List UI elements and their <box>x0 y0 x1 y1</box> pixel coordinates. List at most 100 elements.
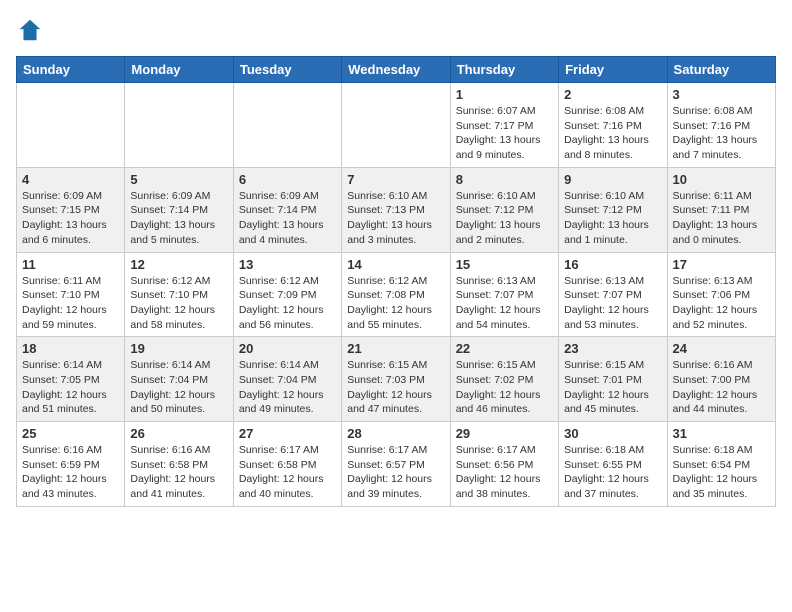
day-info: Sunrise: 6:15 AM Sunset: 7:01 PM Dayligh… <box>564 358 661 417</box>
calendar-cell: 30 Sunrise: 6:18 AM Sunset: 6:55 PM Dayli… <box>559 422 667 507</box>
day-info: Sunrise: 6:10 AM Sunset: 7:12 PM Dayligh… <box>456 189 553 248</box>
day-number: 12 <box>130 257 227 272</box>
day-number: 10 <box>673 172 770 187</box>
day-info: Sunrise: 6:13 AM Sunset: 7:07 PM Dayligh… <box>564 274 661 333</box>
calendar-cell: 11 Sunrise: 6:11 AM Sunset: 7:10 PM Dayli… <box>17 252 125 337</box>
day-number: 26 <box>130 426 227 441</box>
day-info: Sunrise: 6:16 AM Sunset: 6:59 PM Dayligh… <box>22 443 119 502</box>
day-number: 22 <box>456 341 553 356</box>
day-number: 14 <box>347 257 444 272</box>
calendar-cell: 23 Sunrise: 6:15 AM Sunset: 7:01 PM Dayli… <box>559 337 667 422</box>
calendar-cell: 10 Sunrise: 6:11 AM Sunset: 7:11 PM Dayli… <box>667 167 775 252</box>
day-info: Sunrise: 6:10 AM Sunset: 7:13 PM Dayligh… <box>347 189 444 248</box>
calendar-week-row: 25Sunrise: 6:16 AM Sunset: 6:59 PM Dayli… <box>17 422 776 507</box>
calendar-table: SundayMondayTuesdayWednesdayThursdayFrid… <box>16 56 776 507</box>
calendar-week-row: 18Sunrise: 6:14 AM Sunset: 7:05 PM Dayli… <box>17 337 776 422</box>
calendar-cell: 24 Sunrise: 6:16 AM Sunset: 7:00 PM Dayli… <box>667 337 775 422</box>
day-info: Sunrise: 6:18 AM Sunset: 6:54 PM Dayligh… <box>673 443 770 502</box>
calendar-header-thursday: Thursday <box>450 57 558 83</box>
day-number: 27 <box>239 426 336 441</box>
day-number: 16 <box>564 257 661 272</box>
day-info: Sunrise: 6:17 AM Sunset: 6:57 PM Dayligh… <box>347 443 444 502</box>
calendar-cell: 28 Sunrise: 6:17 AM Sunset: 6:57 PM Dayli… <box>342 422 450 507</box>
day-info: Sunrise: 6:18 AM Sunset: 6:55 PM Dayligh… <box>564 443 661 502</box>
day-info: Sunrise: 6:17 AM Sunset: 6:56 PM Dayligh… <box>456 443 553 502</box>
calendar-cell: 8 Sunrise: 6:10 AM Sunset: 7:12 PM Daylig… <box>450 167 558 252</box>
day-info: Sunrise: 6:14 AM Sunset: 7:04 PM Dayligh… <box>239 358 336 417</box>
day-info: Sunrise: 6:17 AM Sunset: 6:58 PM Dayligh… <box>239 443 336 502</box>
day-number: 21 <box>347 341 444 356</box>
day-number: 20 <box>239 341 336 356</box>
day-info: Sunrise: 6:09 AM Sunset: 7:15 PM Dayligh… <box>22 189 119 248</box>
logo <box>16 16 48 44</box>
calendar-cell: 1 Sunrise: 6:07 AM Sunset: 7:17 PM Daylig… <box>450 83 558 168</box>
day-info: Sunrise: 6:15 AM Sunset: 7:02 PM Dayligh… <box>456 358 553 417</box>
day-info: Sunrise: 6:16 AM Sunset: 7:00 PM Dayligh… <box>673 358 770 417</box>
day-number: 8 <box>456 172 553 187</box>
day-number: 29 <box>456 426 553 441</box>
calendar-cell: 13 Sunrise: 6:12 AM Sunset: 7:09 PM Dayli… <box>233 252 341 337</box>
calendar-cell: 4 Sunrise: 6:09 AM Sunset: 7:15 PM Daylig… <box>17 167 125 252</box>
day-number: 17 <box>673 257 770 272</box>
calendar-header-tuesday: Tuesday <box>233 57 341 83</box>
calendar-cell: 19Sunrise: 6:14 AM Sunset: 7:04 PM Dayli… <box>125 337 233 422</box>
day-number: 28 <box>347 426 444 441</box>
day-info: Sunrise: 6:11 AM Sunset: 7:10 PM Dayligh… <box>22 274 119 333</box>
day-info: Sunrise: 6:11 AM Sunset: 7:11 PM Dayligh… <box>673 189 770 248</box>
day-number: 3 <box>673 87 770 102</box>
day-info: Sunrise: 6:16 AM Sunset: 6:58 PM Dayligh… <box>130 443 227 502</box>
calendar-cell: 17 Sunrise: 6:13 AM Sunset: 7:06 PM Dayli… <box>667 252 775 337</box>
calendar-cell <box>233 83 341 168</box>
calendar-cell: 25Sunrise: 6:16 AM Sunset: 6:59 PM Dayli… <box>17 422 125 507</box>
day-number: 9 <box>564 172 661 187</box>
day-info: Sunrise: 6:13 AM Sunset: 7:06 PM Dayligh… <box>673 274 770 333</box>
calendar-cell: 18Sunrise: 6:14 AM Sunset: 7:05 PM Dayli… <box>17 337 125 422</box>
calendar-header-sunday: Sunday <box>17 57 125 83</box>
calendar-cell: 6Sunrise: 6:09 AM Sunset: 7:14 PM Daylig… <box>233 167 341 252</box>
calendar-cell: 9 Sunrise: 6:10 AM Sunset: 7:12 PM Daylig… <box>559 167 667 252</box>
calendar-cell: 15Sunrise: 6:13 AM Sunset: 7:07 PM Dayli… <box>450 252 558 337</box>
day-number: 1 <box>456 87 553 102</box>
calendar-week-row: 1 Sunrise: 6:07 AM Sunset: 7:17 PM Daylig… <box>17 83 776 168</box>
calendar-cell: 26 Sunrise: 6:16 AM Sunset: 6:58 PM Dayli… <box>125 422 233 507</box>
calendar-cell: 20 Sunrise: 6:14 AM Sunset: 7:04 PM Dayli… <box>233 337 341 422</box>
calendar-cell: 21 Sunrise: 6:15 AM Sunset: 7:03 PM Dayli… <box>342 337 450 422</box>
calendar-header-friday: Friday <box>559 57 667 83</box>
calendar-cell: 22 Sunrise: 6:15 AM Sunset: 7:02 PM Dayli… <box>450 337 558 422</box>
day-number: 15 <box>456 257 553 272</box>
day-number: 11 <box>22 257 119 272</box>
day-number: 30 <box>564 426 661 441</box>
calendar-cell: 16 Sunrise: 6:13 AM Sunset: 7:07 PM Dayli… <box>559 252 667 337</box>
day-info: Sunrise: 6:07 AM Sunset: 7:17 PM Dayligh… <box>456 104 553 163</box>
calendar-header-monday: Monday <box>125 57 233 83</box>
page-header <box>16 16 776 44</box>
calendar-cell <box>342 83 450 168</box>
calendar-header-wednesday: Wednesday <box>342 57 450 83</box>
calendar-cell: 12 Sunrise: 6:12 AM Sunset: 7:10 PM Dayli… <box>125 252 233 337</box>
calendar-cell: 27 Sunrise: 6:17 AM Sunset: 6:58 PM Dayli… <box>233 422 341 507</box>
day-number: 13 <box>239 257 336 272</box>
day-info: Sunrise: 6:10 AM Sunset: 7:12 PM Dayligh… <box>564 189 661 248</box>
day-info: Sunrise: 6:12 AM Sunset: 7:08 PM Dayligh… <box>347 274 444 333</box>
day-info: Sunrise: 6:12 AM Sunset: 7:09 PM Dayligh… <box>239 274 336 333</box>
day-number: 4 <box>22 172 119 187</box>
day-info: Sunrise: 6:12 AM Sunset: 7:10 PM Dayligh… <box>130 274 227 333</box>
logo-icon <box>16 16 44 44</box>
day-info: Sunrise: 6:15 AM Sunset: 7:03 PM Dayligh… <box>347 358 444 417</box>
day-number: 23 <box>564 341 661 356</box>
calendar-cell: 3Sunrise: 6:08 AM Sunset: 7:16 PM Daylig… <box>667 83 775 168</box>
calendar-cell: 29 Sunrise: 6:17 AM Sunset: 6:56 PM Dayli… <box>450 422 558 507</box>
calendar-cell <box>17 83 125 168</box>
calendar-cell: 14 Sunrise: 6:12 AM Sunset: 7:08 PM Dayli… <box>342 252 450 337</box>
day-number: 5 <box>130 172 227 187</box>
day-number: 6 <box>239 172 336 187</box>
calendar-cell: 5 Sunrise: 6:09 AM Sunset: 7:14 PM Daylig… <box>125 167 233 252</box>
calendar-cell: 7 Sunrise: 6:10 AM Sunset: 7:13 PM Daylig… <box>342 167 450 252</box>
day-number: 7 <box>347 172 444 187</box>
day-info: Sunrise: 6:14 AM Sunset: 7:05 PM Dayligh… <box>22 358 119 417</box>
calendar-week-row: 11 Sunrise: 6:11 AM Sunset: 7:10 PM Dayli… <box>17 252 776 337</box>
day-info: Sunrise: 6:08 AM Sunset: 7:16 PM Dayligh… <box>564 104 661 163</box>
day-info: Sunrise: 6:09 AM Sunset: 7:14 PM Dayligh… <box>130 189 227 248</box>
day-number: 24 <box>673 341 770 356</box>
calendar-cell <box>125 83 233 168</box>
